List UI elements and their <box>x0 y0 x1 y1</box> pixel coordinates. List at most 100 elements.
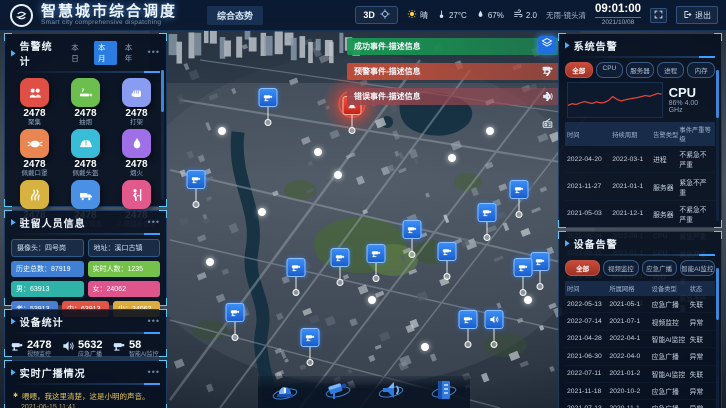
tab-memory[interactable]: 内存 <box>687 62 715 78</box>
map-camera-marker[interactable] <box>331 248 350 286</box>
map-camera-marker[interactable] <box>510 180 529 218</box>
table-row[interactable]: 2021-06-302022-04-0应急广播异常 <box>565 348 715 365</box>
tab-all[interactable]: 全部 <box>565 62 593 78</box>
map-camera-marker[interactable] <box>301 328 320 366</box>
tab-server[interactable]: 服务器 <box>626 62 654 78</box>
map-camera-marker[interactable] <box>259 88 278 126</box>
scrollbar[interactable] <box>716 268 719 408</box>
success-event-banner[interactable]: 成功事件-描述信息 ❯ <box>347 38 559 55</box>
siren-tool-icon[interactable] <box>271 377 299 408</box>
bullet-icon: ✱ <box>13 392 18 402</box>
3d-label: 3D <box>363 10 375 20</box>
table-row[interactable]: 2022-04-202022-03-1进程不紧急不严重 <box>565 146 715 173</box>
tab-broadcast[interactable]: 应急广播 <box>642 260 677 276</box>
stat-video-monitor[interactable]: 2478 视频监控 <box>10 339 59 358</box>
alarm-stat-smoking[interactable]: 2478 抽烟 <box>60 78 111 126</box>
more-menu-icon[interactable]: ••• <box>148 51 160 55</box>
success-event-text: 成功事件-描述信息 <box>354 41 421 52</box>
table-row[interactable]: 2021-11-182020-10-2应急广播异常 <box>565 383 715 400</box>
app-window: 成功事件-描述信息 ❯ 预警事件-描述信息 ❯ 错误事件-描述信息 ❯ <box>0 0 726 408</box>
alarm-stat-gathering[interactable]: 2478 聚集 <box>9 78 60 126</box>
table-row[interactable]: 2022-07-142021-07-1视频监控异常 <box>565 313 715 330</box>
stat-broadcast[interactable]: 5632 应急广播 <box>61 339 110 358</box>
warning-event-banner[interactable]: 预警事件-描述信息 ❯ <box>347 63 559 80</box>
table-row[interactable]: 2021-05-032021-12-1服务器不紧急不严重 <box>565 201 715 228</box>
nav-tab-overview[interactable]: 综合态势 <box>207 6 263 25</box>
table-row[interactable]: 2022-07-112021-01-2智能AI监控失联 <box>565 366 715 383</box>
stat-ai-monitor[interactable]: 58 智能AI监控 <box>112 339 161 358</box>
fire-icon <box>20 180 49 209</box>
server-tool-icon[interactable] <box>430 377 458 408</box>
3d-mode-toggle[interactable]: 3D <box>355 6 398 24</box>
flame-icon <box>122 129 151 158</box>
realtime-count-pill: 实时人数：1235 <box>88 261 161 277</box>
broadcast-layer-button[interactable] <box>538 117 556 135</box>
alarm-stat-helmet[interactable]: 2478 佩戴头盔 <box>60 129 111 177</box>
device-alarm-table: 时间所属网格设备类型状态 2022-05-132021-05-1应急广播失联20… <box>565 281 715 408</box>
cctv-icon <box>541 63 554 81</box>
tab-this-year[interactable]: 本年 <box>121 41 144 65</box>
tab-cpu[interactable]: CPU <box>596 62 624 78</box>
cctv-icon <box>10 339 24 358</box>
panel-arrow-icon: ▶ <box>11 218 16 228</box>
cctv-icon <box>510 180 529 199</box>
speaker-layer-button[interactable] <box>538 90 556 108</box>
panel-personnel-info: ▶ 驻留人员信息 ••• 摄像头：四号岗 地址：溪口古镇 历史总数：87919 … <box>4 210 167 306</box>
table-row[interactable]: 2021-11-272021-01-1服务器紧急不严重 <box>565 173 715 200</box>
crosshair-icon <box>380 9 390 21</box>
table-row[interactable]: 2022-05-132021-05-1应急广播失联 <box>565 296 715 313</box>
map-camera-marker[interactable] <box>187 170 206 208</box>
more-menu-icon[interactable]: ••• <box>148 320 160 324</box>
tab-video[interactable]: 视频监控 <box>603 260 638 276</box>
thermometer-icon <box>437 9 446 21</box>
tab-process[interactable]: 进程 <box>657 62 685 78</box>
scrollbar[interactable] <box>161 70 164 200</box>
map-side-toolbar <box>538 36 556 135</box>
tab-this-month[interactable]: 本月 <box>94 41 117 65</box>
map-camera-marker[interactable] <box>226 303 245 341</box>
map-camera-marker[interactable] <box>438 242 457 280</box>
fullscreen-button[interactable] <box>650 8 667 23</box>
logout-label: 退出 <box>695 10 711 21</box>
more-menu-icon[interactable]: ••• <box>148 221 160 225</box>
map-camera-marker[interactable] <box>514 258 533 296</box>
cctv-icon <box>438 242 457 261</box>
tab-ai[interactable]: 智能AI监控 <box>680 260 715 276</box>
alarm-stat-mask[interactable]: 2478 佩戴口罩 <box>9 129 60 177</box>
fist-icon <box>122 78 151 107</box>
map-camera-marker[interactable] <box>403 220 422 258</box>
helmet-icon <box>71 129 100 158</box>
camera-layer-button[interactable] <box>538 63 556 81</box>
camera-tool-icon[interactable] <box>324 377 352 408</box>
person-crossing-icon <box>122 180 151 209</box>
ai-camera-icon <box>112 339 126 358</box>
wind-widget: 2.0 <box>513 9 537 21</box>
alarm-stat-fighting[interactable]: 2478 打架 <box>111 78 162 126</box>
broadcast-message-row: ✱ 喂喂，我这里清楚，这是小明的声音。 <box>5 389 166 402</box>
map-camera-marker[interactable] <box>287 258 306 296</box>
cctv-icon <box>459 310 478 329</box>
app-logo <box>10 4 33 27</box>
map-camera-marker[interactable] <box>367 244 386 282</box>
layers-button[interactable] <box>538 36 556 54</box>
female-count-pill: 女：24062 <box>88 281 161 297</box>
map-speaker-marker[interactable] <box>485 310 504 348</box>
alarm-stat-smoke-fire[interactable]: 2478 烟火 <box>111 129 162 177</box>
error-event-banner[interactable]: 错误事件-描述信息 ❯ <box>347 88 559 105</box>
map-camera-marker[interactable] <box>459 310 478 348</box>
cctv-icon <box>531 252 550 271</box>
map-camera-marker[interactable] <box>531 252 550 290</box>
alarm-grid: 2478 聚集 2478 抽烟 2478 打架 <box>5 77 166 229</box>
device-alarm-tabs: 全部 视频监控 应急广播 智能AI监控 <box>559 260 721 279</box>
logout-button[interactable]: 退出 <box>676 6 718 24</box>
humidity-widget: 67% <box>476 9 504 21</box>
table-row[interactable]: 2021-07-132020-11-1应急广播异常 <box>565 400 715 408</box>
speaker-tool-icon[interactable] <box>377 377 405 408</box>
map-camera-marker[interactable] <box>478 203 497 241</box>
tab-today[interactable]: 本日 <box>67 41 90 65</box>
table-row[interactable]: 2021-04-282022-04-1智能AI监控失联 <box>565 331 715 348</box>
app-subtitle: Smart city comprehensive dispatching <box>41 20 177 27</box>
scrollbar[interactable] <box>716 70 719 221</box>
more-menu-icon[interactable]: ••• <box>148 371 160 375</box>
tab-all[interactable]: 全部 <box>565 260 600 276</box>
